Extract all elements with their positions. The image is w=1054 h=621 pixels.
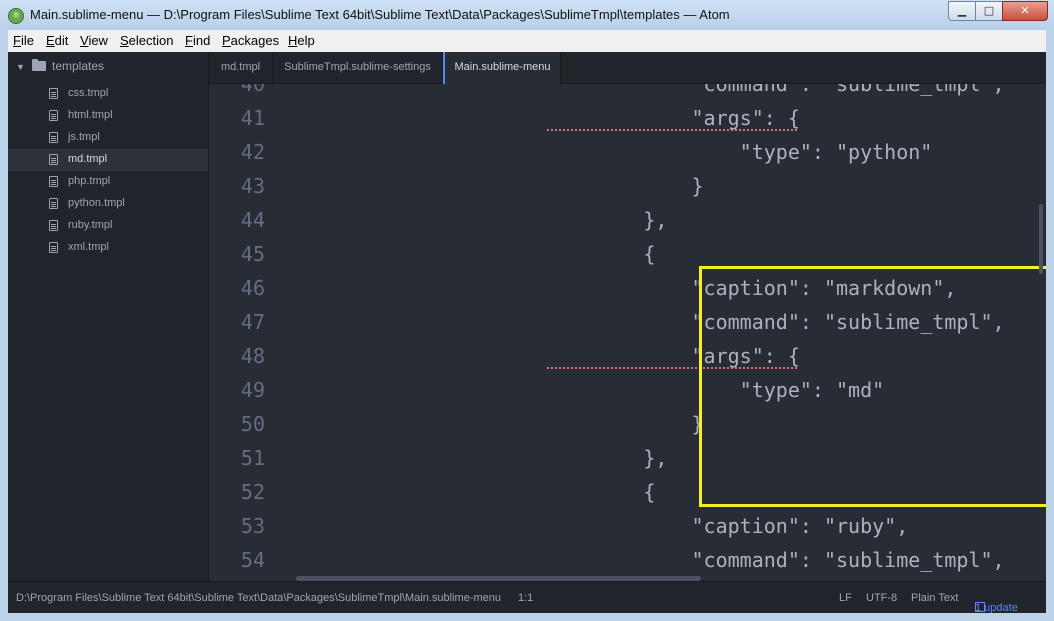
file-icon	[49, 132, 58, 143]
status-grammar[interactable]: Plain Text	[911, 592, 959, 604]
tree-root-templates[interactable]: ▼ templates	[16, 59, 104, 77]
file-icon	[49, 88, 58, 99]
tab-sublimetmpl-settings[interactable]: SublimeTmpl.sublime-settings	[273, 52, 443, 83]
code-line: 44 },	[240, 208, 668, 232]
tree-file-html[interactable]: html.tmpl	[8, 105, 208, 127]
file-icon	[49, 242, 58, 253]
tab-md-tmpl[interactable]: md.tmpl	[209, 52, 273, 83]
menu-help[interactable]: Help	[288, 33, 315, 48]
file-icon	[49, 220, 58, 231]
menu-find[interactable]: Find	[185, 33, 210, 48]
file-icon	[49, 154, 58, 165]
code-line: 41 "args": {	[240, 106, 800, 130]
code-line: 53 "caption": "ruby",	[240, 514, 909, 538]
maximize-button[interactable]: □	[975, 1, 1003, 21]
menu-bar: File Edit View Selection Find Packages H…	[8, 30, 1046, 53]
chevron-down-icon: ▼	[16, 62, 25, 72]
code-line: 43 }	[240, 174, 704, 198]
title-bar: ⚛ Main.sublime-menu — D:\Program Files\S…	[0, 0, 1054, 30]
tree-file-php[interactable]: php.tmpl	[8, 171, 208, 193]
menu-view[interactable]: View	[80, 33, 108, 48]
tree-file-js[interactable]: js.tmpl	[8, 127, 208, 149]
text-editor[interactable]: 40 "command": "sublime_tmpl", 41 "args":…	[209, 84, 1046, 581]
window-title: Main.sublime-menu — D:\Program Files\Sub…	[30, 7, 730, 22]
close-button[interactable]: ✕	[1002, 1, 1048, 21]
menu-selection[interactable]: Selection	[120, 33, 173, 48]
status-file-path[interactable]: D:\Program Files\Sublime Text 64bit\Subl…	[16, 592, 501, 604]
atom-icon: ⚛	[8, 8, 24, 24]
vertical-scrollbar[interactable]	[1039, 204, 1043, 274]
status-line-ending[interactable]: LF	[839, 592, 852, 604]
tree-file-python[interactable]: python.tmpl	[8, 193, 208, 215]
tab-bar: md.tmpl SublimeTmpl.sublime-settings Mai…	[209, 52, 1046, 84]
tree-view: ▼ templates css.tmpl html.tmpl js.tmpl md…	[8, 52, 209, 581]
code-line: 40 "command": "sublime_tmpl",	[240, 84, 1005, 96]
code-line: 54 "command": "sublime_tmpl",	[240, 548, 1005, 572]
status-bar: D:\Program Files\Sublime Text 64bit\Subl…	[8, 581, 1046, 613]
file-icon	[49, 176, 58, 187]
tab-main-sublime-menu[interactable]: Main.sublime-menu	[443, 52, 561, 84]
tree-file-md[interactable]: md.tmpl	[8, 149, 208, 171]
file-icon	[49, 110, 58, 121]
menu-file[interactable]: File	[13, 33, 34, 48]
file-icon	[49, 198, 58, 209]
tree-file-css[interactable]: css.tmpl	[8, 83, 208, 105]
minimize-button[interactable]: ▁	[948, 1, 976, 21]
code-line: 42 "type": "python"	[240, 140, 933, 164]
tree-file-ruby[interactable]: ruby.tmpl	[8, 215, 208, 237]
status-cursor-position[interactable]: 1:1	[518, 592, 533, 604]
status-encoding[interactable]: UTF-8	[866, 592, 897, 604]
tree-file-xml[interactable]: xml.tmpl	[8, 237, 208, 259]
atom-workspace: ▼ templates css.tmpl html.tmpl js.tmpl md…	[8, 52, 1046, 613]
menu-edit[interactable]: Edit	[46, 33, 68, 48]
menu-packages[interactable]: Packages	[222, 33, 279, 48]
folder-icon	[32, 59, 46, 71]
yellow-highlight-annotation	[699, 266, 1046, 507]
tree-root-label: templates	[52, 59, 105, 73]
